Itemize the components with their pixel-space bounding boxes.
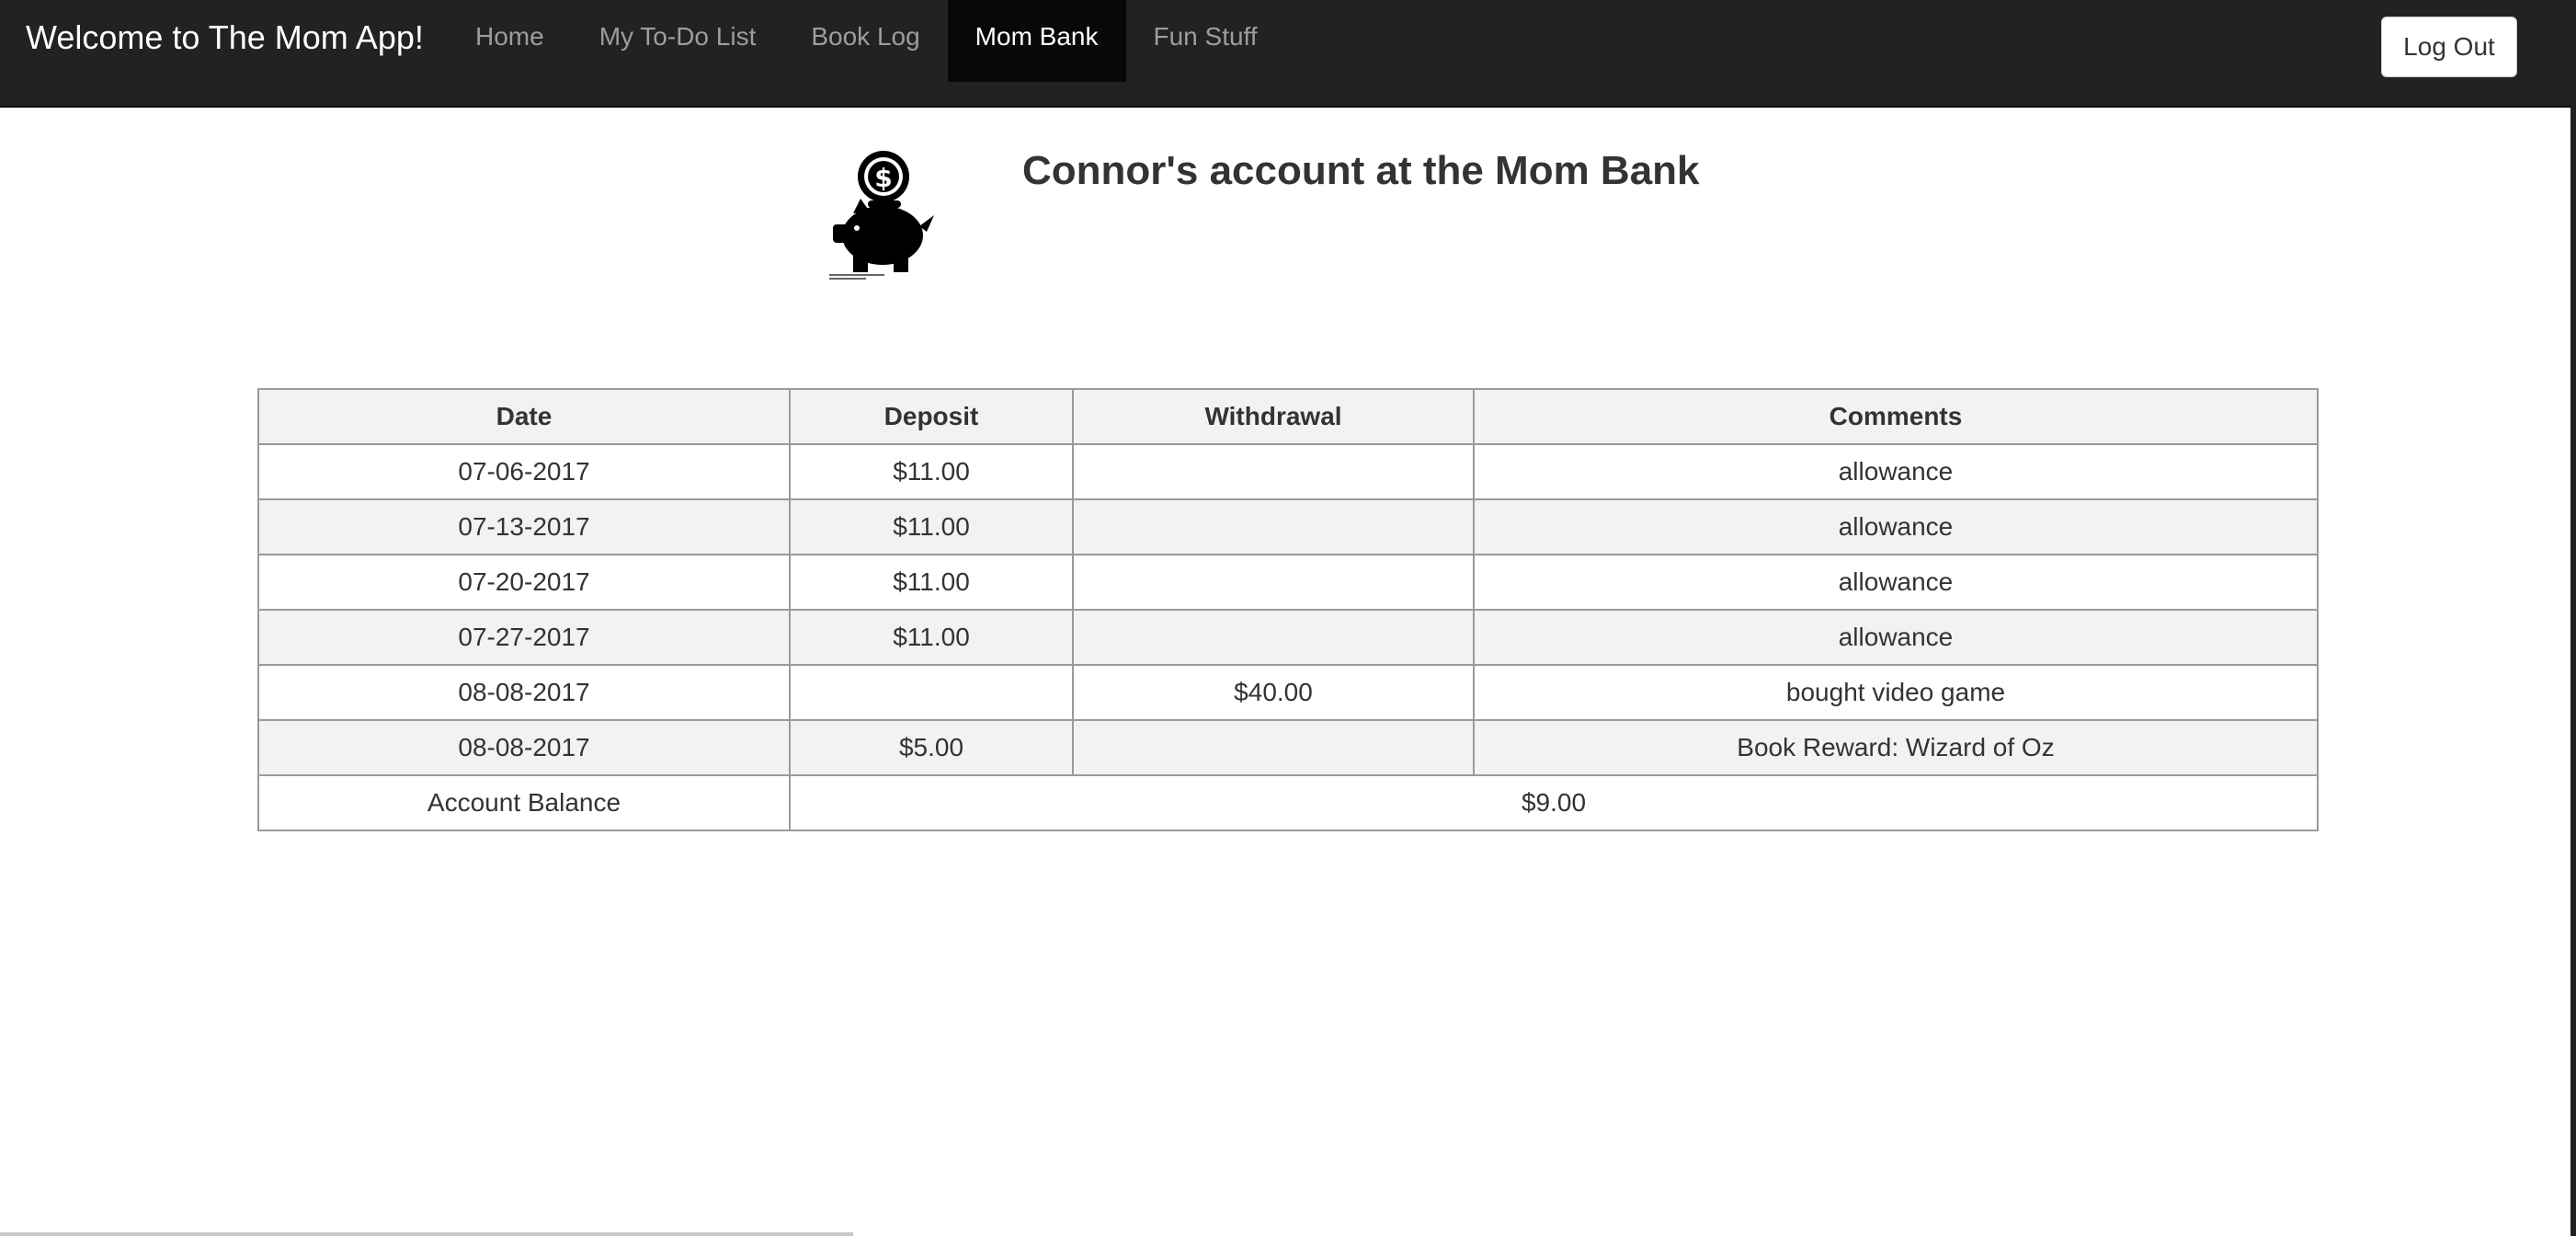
nav-item-book-log[interactable]: Book Log bbox=[783, 0, 947, 82]
cell-date: 08-08-2017 bbox=[257, 664, 791, 721]
horizontal-scrollbar[interactable] bbox=[0, 1232, 853, 1236]
balance-value: $9.00 bbox=[789, 774, 2319, 831]
svg-text:$: $ bbox=[874, 163, 892, 193]
page-title: Connor's account at the Mom Bank bbox=[1022, 148, 1700, 193]
table-row: 08-08-2017 $40.00 bought video game bbox=[257, 664, 2319, 721]
balance-row: Account Balance $9.00 bbox=[257, 774, 2319, 831]
bank-ledger-table: Date Deposit Withdrawal Comments 07-06-2… bbox=[257, 388, 2319, 831]
table-row: 07-13-2017 $11.00 allowance bbox=[257, 498, 2319, 555]
table-row: 07-20-2017 $11.00 allowance bbox=[257, 554, 2319, 611]
piggy-bank-icon: $ bbox=[829, 151, 934, 280]
cell-date: 07-20-2017 bbox=[257, 554, 791, 611]
cell-comment: allowance bbox=[1473, 498, 2319, 555]
column-header-comments: Comments bbox=[1473, 388, 2319, 445]
nav-menu: Home My To-Do List Book Log Mom Bank Fun… bbox=[448, 0, 1285, 82]
table-row: 07-06-2017 $11.00 allowance bbox=[257, 443, 2319, 500]
column-header-date: Date bbox=[257, 388, 791, 445]
column-header-withdrawal: Withdrawal bbox=[1072, 388, 1475, 445]
nav-item-fun-stuff[interactable]: Fun Stuff bbox=[1126, 0, 1285, 82]
cell-comment: allowance bbox=[1473, 443, 2319, 500]
cell-withdrawal bbox=[1072, 554, 1475, 611]
top-navbar: Welcome to The Mom App! Home My To-Do Li… bbox=[0, 0, 2570, 108]
cell-deposit: $11.00 bbox=[789, 443, 1074, 500]
cell-comment: Book Reward: Wizard of Oz bbox=[1473, 719, 2319, 776]
cell-date: 07-06-2017 bbox=[257, 443, 791, 500]
cell-deposit: $11.00 bbox=[789, 554, 1074, 611]
cell-withdrawal: $40.00 bbox=[1072, 664, 1475, 721]
cell-date: 08-08-2017 bbox=[257, 719, 791, 776]
page-header: $ Connor's account at the Mom Bank bbox=[827, 147, 1839, 285]
cell-deposit: $11.00 bbox=[789, 498, 1074, 555]
column-header-deposit: Deposit bbox=[789, 388, 1074, 445]
cell-date: 07-13-2017 bbox=[257, 498, 791, 555]
cell-comment: allowance bbox=[1473, 609, 2319, 666]
cell-withdrawal bbox=[1072, 719, 1475, 776]
balance-label: Account Balance bbox=[257, 774, 791, 831]
table-row: 07-27-2017 $11.00 allowance bbox=[257, 609, 2319, 666]
logout-button[interactable]: Log Out bbox=[2381, 17, 2517, 77]
cell-deposit bbox=[789, 664, 1074, 721]
nav-item-todo-list[interactable]: My To-Do List bbox=[572, 0, 784, 82]
nav-item-mom-bank[interactable]: Mom Bank bbox=[947, 0, 1126, 82]
app-brand[interactable]: Welcome to The Mom App! bbox=[26, 15, 424, 61]
window-edge bbox=[2570, 0, 2576, 1236]
cell-date: 07-27-2017 bbox=[257, 609, 791, 666]
table-header-row: Date Deposit Withdrawal Comments bbox=[257, 388, 2319, 445]
nav-item-home[interactable]: Home bbox=[448, 0, 572, 82]
cell-comment: bought video game bbox=[1473, 664, 2319, 721]
cell-withdrawal bbox=[1072, 609, 1475, 666]
cell-comment: allowance bbox=[1473, 554, 2319, 611]
cell-deposit: $11.00 bbox=[789, 609, 1074, 666]
cell-deposit: $5.00 bbox=[789, 719, 1074, 776]
cell-withdrawal bbox=[1072, 498, 1475, 555]
cell-withdrawal bbox=[1072, 443, 1475, 500]
table-row: 08-08-2017 $5.00 Book Reward: Wizard of … bbox=[257, 719, 2319, 776]
